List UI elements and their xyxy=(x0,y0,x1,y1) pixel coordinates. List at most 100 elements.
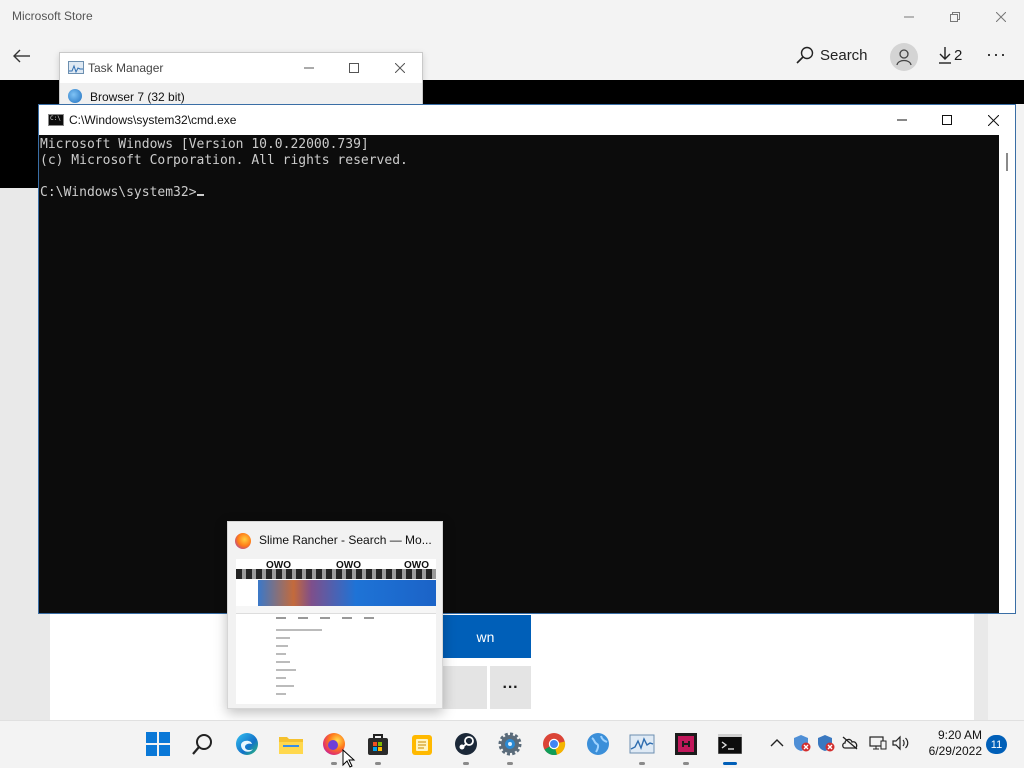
speaker-icon xyxy=(892,735,909,751)
running-indicator xyxy=(683,762,689,765)
store-restore-button[interactable] xyxy=(932,0,978,34)
thumbnail-text: OWO xyxy=(266,560,291,571)
notification-count-badge[interactable]: 11 xyxy=(986,735,1007,754)
back-button[interactable] xyxy=(8,42,36,70)
close-icon xyxy=(395,63,405,73)
start-button[interactable] xyxy=(142,728,174,760)
taskbar-browser-button[interactable] xyxy=(582,728,614,760)
command-prompt-window: C:\Windows\system32\cmd.exe Microsoft Wi… xyxy=(38,104,1016,614)
preview-thumbnail[interactable]: OWO OWO OWO xyxy=(236,559,436,704)
task-manager-minimize-button[interactable] xyxy=(294,57,324,79)
task-manager-maximize-button[interactable] xyxy=(339,57,369,79)
task-manager-close-button[interactable] xyxy=(385,57,415,79)
search-icon xyxy=(796,46,814,64)
firefox-thumbnail-preview[interactable]: Slime Rancher - Search — Mo... OWO OWO O… xyxy=(227,521,443,709)
edge-icon xyxy=(236,733,258,755)
taskbar-steam-button[interactable] xyxy=(450,728,482,765)
taskbar-notes-button[interactable] xyxy=(406,728,438,760)
tray-defender-status[interactable] xyxy=(817,734,835,752)
taskbar-file-explorer-button[interactable] xyxy=(275,728,307,760)
thumbnail-tab xyxy=(342,617,352,619)
taskbar-search-button[interactable] xyxy=(187,728,219,760)
task-manager-title: Task Manager xyxy=(88,61,164,75)
store-close-button[interactable] xyxy=(978,0,1024,34)
tray-onedrive-status[interactable] xyxy=(841,734,859,752)
thumbnail-toolbar xyxy=(236,606,436,614)
terminal-icon xyxy=(718,734,742,754)
show-hidden-icons-button[interactable] xyxy=(768,734,786,752)
taskbar-task-manager-button[interactable] xyxy=(626,728,658,765)
notepad-icon xyxy=(412,735,432,755)
tray-network-status[interactable] xyxy=(869,734,887,752)
account-avatar-button[interactable] xyxy=(890,43,918,71)
globe-icon xyxy=(68,89,82,103)
console-prompt-line: C:\Windows\system32> xyxy=(40,185,999,201)
store-icon xyxy=(368,734,388,755)
preview-title: Slime Rancher - Search — Mo... xyxy=(259,533,432,547)
taskbar-settings-button[interactable] xyxy=(494,728,526,765)
restore-icon xyxy=(950,12,960,22)
cmd-minimize-button[interactable] xyxy=(879,105,925,135)
task-manager-icon xyxy=(629,734,655,754)
firefox-icon xyxy=(235,533,251,549)
thumbnail-text-line xyxy=(276,661,290,663)
running-indicator xyxy=(639,762,645,765)
minimize-icon xyxy=(304,67,314,69)
tray-security-status[interactable] xyxy=(793,734,811,752)
running-indicator xyxy=(507,762,513,765)
taskbar-edge-button[interactable] xyxy=(231,728,263,760)
store-window-title: Microsoft Store xyxy=(12,9,93,23)
folder-icon xyxy=(279,737,303,754)
taskbar-store-button[interactable] xyxy=(362,728,394,765)
taskbar-chrome-button[interactable] xyxy=(538,728,570,760)
shield-alert-icon xyxy=(818,735,835,752)
product-more-button[interactable]: ··· xyxy=(490,666,531,709)
arrow-left-icon xyxy=(13,49,30,63)
thumbnail-tab xyxy=(320,617,330,619)
downloads-button[interactable]: 2 xyxy=(938,46,962,64)
chrome-icon xyxy=(543,733,566,756)
thumbnail-text: OWO xyxy=(336,560,361,571)
cmd-titlebar[interactable]: C:\Windows\system32\cmd.exe xyxy=(39,105,1015,135)
pointer-icon xyxy=(342,748,356,768)
steam-icon xyxy=(455,733,477,755)
thumbnail-text-line xyxy=(276,693,286,695)
running-indicator xyxy=(331,762,337,765)
store-minimize-button[interactable] xyxy=(886,0,932,34)
taskbar-cmd-button[interactable] xyxy=(714,728,746,765)
mouse-cursor xyxy=(342,748,356,768)
thumbnail-text-line xyxy=(276,653,286,655)
user-icon xyxy=(896,49,912,66)
shield-warning-icon xyxy=(794,735,811,752)
secondary-action-button[interactable] xyxy=(440,666,487,709)
install-button[interactable]: wn xyxy=(440,615,531,658)
cmd-maximize-button[interactable] xyxy=(924,105,970,135)
thumbnail-tab xyxy=(364,617,374,619)
search-icon xyxy=(192,734,212,755)
active-indicator xyxy=(723,762,737,765)
scrollbar-thumb[interactable] xyxy=(1006,153,1008,171)
process-name: Browser 7 (32 bit) xyxy=(90,90,185,104)
minimize-icon xyxy=(897,119,907,121)
taskbar-clock[interactable]: 9:20 AM 6/29/2022 xyxy=(918,727,982,759)
taskbar-app-button[interactable] xyxy=(670,728,702,765)
thumbnail-tab xyxy=(276,617,286,619)
network-icon xyxy=(869,736,887,750)
cmd-scrollbar[interactable] xyxy=(999,135,1015,613)
cmd-close-button[interactable] xyxy=(970,105,1016,135)
gear-icon xyxy=(498,732,522,756)
thumbnail-text-line xyxy=(276,669,296,671)
store-titlebar: Microsoft Store xyxy=(0,0,1024,34)
store-search-button[interactable]: Search xyxy=(796,46,868,64)
thumbnail-text-line xyxy=(276,645,288,647)
tray-volume-button[interactable] xyxy=(892,734,910,752)
close-icon xyxy=(996,12,1006,22)
cmd-console-output[interactable]: Microsoft Windows [Version 10.0.22000.73… xyxy=(39,135,999,613)
windows-logo-icon xyxy=(146,732,170,756)
clock-time: 9:20 AM xyxy=(937,728,982,742)
text-cursor xyxy=(196,194,204,196)
thumbnail-text-line xyxy=(276,677,286,679)
store-more-button[interactable]: ··· xyxy=(986,44,1007,65)
globe-icon xyxy=(587,733,609,755)
task-manager-icon xyxy=(68,61,84,74)
